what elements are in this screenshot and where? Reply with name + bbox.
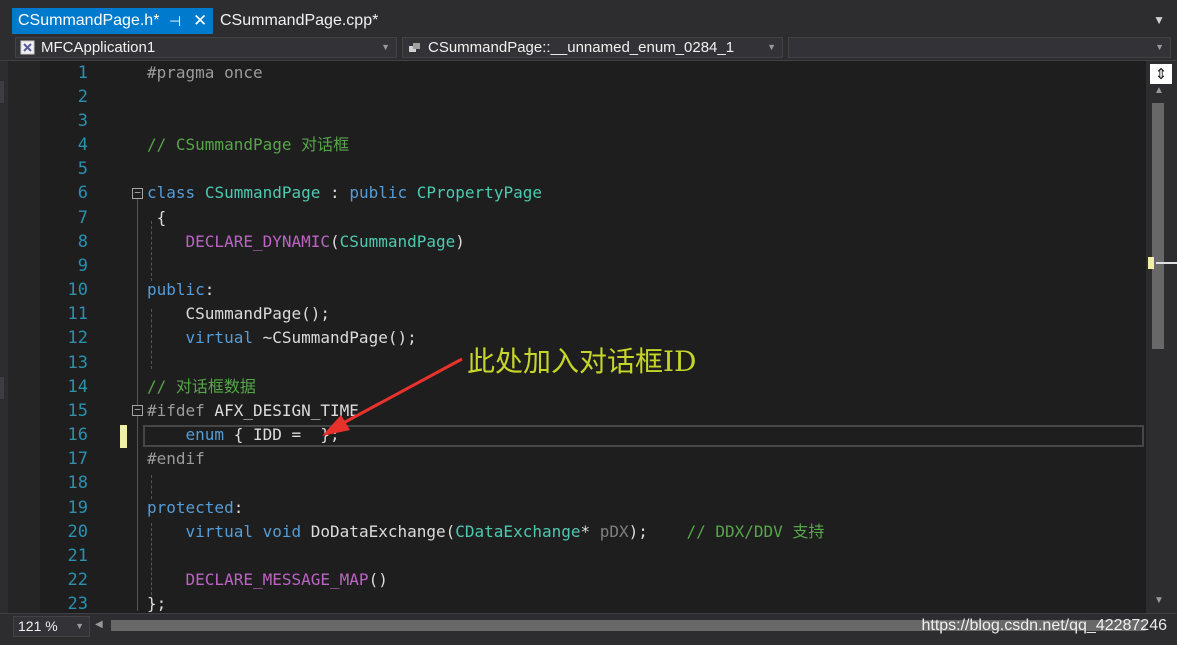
scroll-left-arrow-icon[interactable]: ◀ xyxy=(95,619,103,630)
annotation-label: 此处加入对话框ID xyxy=(467,345,697,378)
zoom-dropdown[interactable]: 121 % ▼ xyxy=(13,616,90,637)
scroll-down-arrow-icon[interactable]: ▼ xyxy=(1154,595,1164,606)
annotation-arrow xyxy=(322,357,463,436)
split-editor-icon[interactable]: ⇕ xyxy=(1150,64,1172,84)
scroll-up-arrow-icon[interactable]: ▲ xyxy=(1154,85,1164,96)
scrollbar-caret-marker xyxy=(1156,262,1177,264)
scrollbar-change-marker xyxy=(1148,257,1154,269)
vertical-scrollbar[interactable]: ⇕ ▲ ▼ xyxy=(1146,61,1177,613)
watermark-text: https://blog.csdn.net/qq_42287246 xyxy=(921,617,1167,634)
dropdown-arrow-icon: ▼ xyxy=(75,621,84,631)
vertical-scroll-thumb[interactable] xyxy=(1152,103,1164,349)
zoom-level: 121 % xyxy=(18,618,58,634)
bottom-bar: 121 % ▼ ◀ https://blog.csdn.net/qq_42287… xyxy=(0,613,1177,645)
